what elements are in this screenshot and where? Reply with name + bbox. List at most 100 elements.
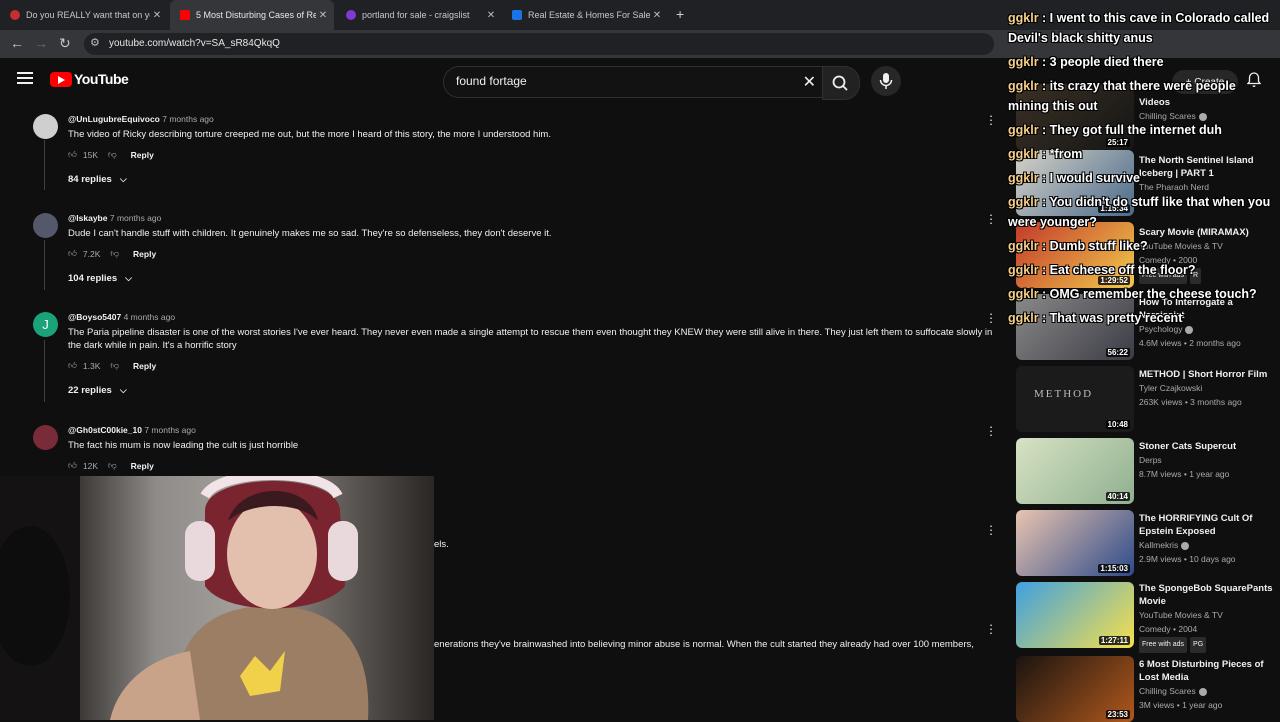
recommended-video[interactable]: 1:15:03 The HORRIFYING Cult Of Epstein E… — [1016, 510, 1276, 576]
video-thumbnail[interactable]: 23:53 — [1016, 656, 1134, 722]
site-info-icon[interactable]: ⚙ — [90, 36, 100, 49]
back-arrow-icon[interactable]: ← — [10, 35, 24, 51]
chat-text: Dumb stuff like? — [1049, 239, 1148, 253]
recommended-video[interactable]: 23:53 6 Most Disturbing Pieces of Lost M… — [1016, 656, 1276, 722]
avatar[interactable] — [33, 213, 58, 238]
voice-search-button[interactable] — [871, 66, 901, 96]
like-count: 12K — [82, 460, 99, 471]
comment-time[interactable]: 4 months ago — [124, 312, 176, 322]
thumbs-down-icon[interactable]: 👎︎ — [110, 248, 119, 259]
chat-username: ggklr — [1008, 11, 1039, 25]
recommended-video[interactable]: 40:14 Stoner Cats Supercut Derps 8.7M vi… — [1016, 438, 1276, 504]
video-meta: Comedy • 2004 — [1139, 624, 1198, 634]
tab-close-icon[interactable]: ✕ — [150, 10, 164, 21]
verified-icon — [1198, 687, 1207, 696]
verified-icon — [1181, 541, 1190, 550]
comment-time[interactable]: 7 months ago — [110, 213, 162, 223]
reload-icon[interactable]: ↻ — [59, 35, 71, 52]
tab-close-icon[interactable]: ✕ — [484, 10, 498, 21]
video-title[interactable]: METHOD | Short Horror Film — [1139, 368, 1277, 381]
reply-button[interactable]: Reply — [133, 361, 156, 371]
channel-name[interactable]: YouTube Movies & TV — [1139, 610, 1223, 620]
comment-author[interactable]: @Iskaybe — [68, 213, 107, 223]
avatar[interactable] — [33, 114, 58, 139]
comment-author[interactable]: @Gh0stC00kie_10 — [68, 425, 142, 435]
chat-username: ggklr — [1008, 263, 1039, 277]
reply-button[interactable]: Reply — [131, 150, 154, 160]
thumbs-down-icon[interactable]: 👎︎ — [108, 149, 117, 160]
video-thumbnail[interactable]: 1:15:03 — [1016, 510, 1134, 576]
streamer-webcam-image — [0, 476, 369, 720]
tab-title: Real Estate & Homes For Sale - — [528, 10, 650, 20]
more-actions-icon[interactable]: · · · — [986, 307, 996, 328]
view-replies-button[interactable]: 84 replies ⌵ — [68, 174, 1008, 185]
chat-text: its crazy that there were people mining … — [1008, 79, 1236, 113]
search-input[interactable] — [454, 73, 788, 89]
chat-text: OMG remember the cheese touch? — [1049, 287, 1257, 301]
address-bar[interactable]: ⚙ youtube.com/watch?v=SA_sR84QkqQ — [84, 33, 994, 55]
browser-tab-active[interactable]: 5 Most Disturbing Cases of Rea ✕ — [170, 0, 334, 30]
chat-username: ggklr — [1008, 171, 1039, 185]
video-thumbnail[interactable]: 1:27:11 — [1016, 582, 1134, 648]
browser-tab[interactable]: Do you REALLY want that on yo ✕ — [0, 0, 168, 30]
video-thumbnail[interactable]: METHOD 10:48 — [1016, 366, 1134, 432]
free-with-ads-badge: Free with ads — [1139, 637, 1188, 653]
video-title[interactable]: The HORRIFYING Cult Of Epstein Exposed — [1139, 512, 1277, 538]
video-thumbnail[interactable]: 40:14 — [1016, 438, 1134, 504]
thumbs-up-icon[interactable]: 👍︎ — [68, 360, 77, 371]
video-meta: 4.6M views • 2 months ago — [1139, 338, 1241, 348]
new-tab-button[interactable]: + — [676, 6, 684, 22]
video-title[interactable]: Stoner Cats Supercut — [1139, 440, 1277, 453]
chat-text: Eat cheese off the floor? — [1049, 263, 1196, 277]
channel-name[interactable]: Tyler Czajkowski — [1139, 383, 1202, 393]
reply-button[interactable]: Reply — [131, 461, 154, 471]
recommended-video[interactable]: 1:27:11 The SpongeBob SquarePants Movie … — [1016, 582, 1277, 653]
comment-author[interactable]: @Boyso5407 — [68, 312, 121, 322]
chat-message: ggklr : Dumb stuff like? — [1008, 239, 1148, 253]
browser-tab[interactable]: portland for sale - craigslist ✕ — [336, 0, 502, 30]
video-title[interactable]: The SpongeBob SquarePants Movie — [1139, 582, 1277, 608]
more-actions-icon[interactable]: · · · — [986, 109, 996, 130]
channel-name[interactable]: Derps — [1139, 455, 1162, 465]
menu-icon[interactable] — [17, 72, 33, 84]
search-button[interactable] — [822, 66, 860, 100]
thumbs-up-icon[interactable]: 👍︎ — [68, 149, 77, 160]
more-actions-icon[interactable]: · · · — [986, 618, 996, 639]
view-replies-button[interactable]: 22 replies ⌵ — [68, 385, 1008, 396]
channel-name[interactable]: Kallmekris — [1139, 540, 1178, 550]
thumbs-up-icon[interactable]: 👍︎ — [68, 248, 77, 259]
thumbs-down-icon[interactable]: 👎︎ — [110, 360, 119, 371]
thumbs-down-icon[interactable]: 👎︎ — [108, 460, 117, 471]
youtube-logo[interactable]: YouTube — [50, 71, 129, 87]
replies-count: 22 replies — [68, 385, 112, 396]
clear-search-icon[interactable]: ✕ — [803, 72, 816, 92]
avatar[interactable] — [33, 425, 58, 450]
comment-author[interactable]: @UnLugubreEquivoco — [68, 114, 160, 124]
comment-time[interactable]: 7 months ago — [144, 425, 196, 435]
comment-time[interactable]: 7 months ago — [162, 114, 214, 124]
chat-message: ggklr : *from — [1008, 147, 1083, 161]
tab-close-icon[interactable]: ✕ — [650, 10, 664, 21]
view-replies-button[interactable]: 104 replies ⌵ — [68, 273, 1008, 284]
thread-line — [44, 340, 45, 402]
rating-badge: PG — [1190, 637, 1207, 653]
chat-username: ggklr — [1008, 239, 1039, 253]
channel-name[interactable]: Chilling Scares — [1139, 686, 1196, 696]
thumbs-up-icon[interactable]: 👍︎ — [68, 460, 77, 471]
chat-username: ggklr — [1008, 123, 1039, 137]
video-meta: 3M views • 1 year ago — [1139, 700, 1223, 710]
chat-text: *from — [1049, 147, 1083, 161]
tab-close-icon[interactable]: ✕ — [316, 10, 330, 21]
reply-button[interactable]: Reply — [133, 249, 156, 259]
recommended-video[interactable]: METHOD 10:48 METHOD | Short Horror Film … — [1016, 366, 1276, 432]
chat-text: That was pretty recent — [1049, 311, 1183, 325]
avatar[interactable]: J — [33, 312, 58, 337]
more-actions-icon[interactable]: · · · — [986, 420, 996, 441]
browser-tab[interactable]: Real Estate & Homes For Sale - ✕ — [502, 0, 668, 30]
forward-arrow-icon[interactable]: → — [34, 35, 48, 51]
tab-favicon-icon — [10, 10, 20, 20]
more-actions-icon[interactable]: · · · — [986, 208, 996, 229]
video-title[interactable]: 6 Most Disturbing Pieces of Lost Media — [1139, 658, 1277, 684]
tab-title: Do you REALLY want that on yo — [26, 10, 150, 20]
more-actions-icon[interactable]: · · · — [986, 519, 996, 540]
